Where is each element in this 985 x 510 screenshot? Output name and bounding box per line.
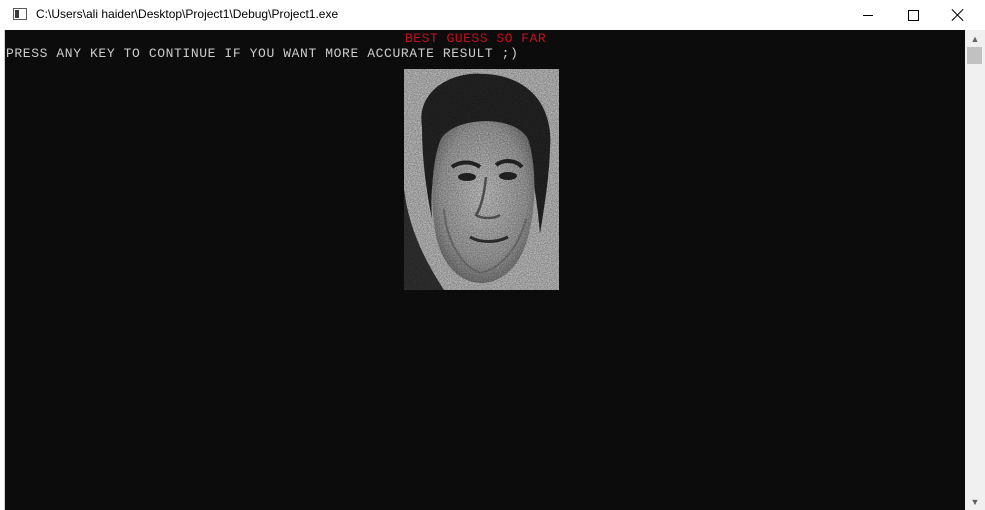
console-window: C:\Users\ali haider\Desktop\Project1\Deb… xyxy=(0,0,985,510)
close-icon xyxy=(952,9,964,21)
scroll-down-arrow-icon: ▼ xyxy=(970,496,980,507)
face-portrait-image xyxy=(404,69,559,290)
maximize-icon xyxy=(907,9,919,21)
title-bar[interactable]: C:\Users\ali haider\Desktop\Project1\Deb… xyxy=(0,0,985,30)
continue-prompt: PRESS ANY KEY TO CONTINUE IF YOU WANT MO… xyxy=(6,46,519,61)
scroll-up-button[interactable]: ▲ xyxy=(965,30,985,47)
maximize-button[interactable] xyxy=(890,0,936,30)
scroll-thumb[interactable] xyxy=(967,47,982,64)
scroll-down-button[interactable]: ▼ xyxy=(965,493,985,510)
vertical-scrollbar[interactable]: ▲ ▼ xyxy=(965,30,985,510)
best-guess-heading: BEST GUESS SO FAR xyxy=(405,31,547,46)
face-portrait-drawing xyxy=(404,69,559,290)
window-title: C:\Users\ali haider\Desktop\Project1\Deb… xyxy=(36,7,339,21)
scroll-up-arrow-icon: ▲ xyxy=(970,33,980,44)
console-output[interactable]: BEST GUESS SO FAR PRESS ANY KEY TO CONTI… xyxy=(5,30,965,510)
console-app-icon[interactable] xyxy=(13,8,27,20)
portrait-grain xyxy=(404,69,559,290)
minimize-button[interactable] xyxy=(845,0,891,30)
close-button[interactable] xyxy=(935,0,981,30)
minimize-icon xyxy=(863,14,873,16)
